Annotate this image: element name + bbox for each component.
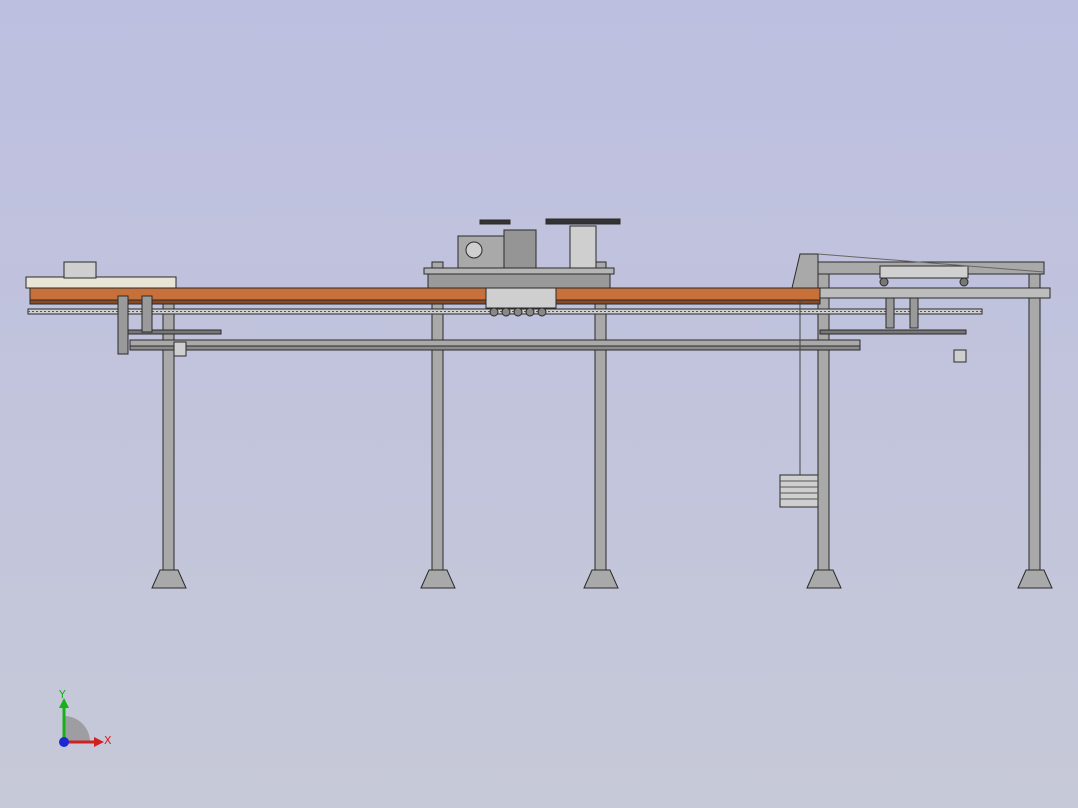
x-axis-label: X [104,734,112,747]
right-takeup-post [885,297,895,329]
counterweight [779,474,819,508]
viewport-background [0,0,1078,808]
leg-1 [162,277,175,571]
left-drive-chain [124,329,222,335]
right-takeup-block [953,349,967,363]
large-sprocket [545,218,621,225]
gearbox-motor [503,229,537,269]
leg-3 [594,261,607,571]
tensioner-wheel-left [879,277,889,287]
y-axis-label: Y [58,688,66,701]
leg-4 [817,261,830,571]
drive-platform [423,267,615,275]
right-takeup-post-2 [909,297,919,329]
left-takeup-block [173,341,187,357]
gearbox-shaft-cover [465,241,483,259]
left-takeup-post [117,295,129,355]
z-axis-dot [59,737,69,747]
left-takeup-post-2 [141,295,153,333]
tensioner-slider [879,265,969,279]
input-end-sensor [63,261,97,279]
cad-viewport[interactable]: Y X [0,0,1078,808]
output-frame [819,287,1051,299]
leg-2 [431,261,444,571]
drive-coupling-block [485,287,557,309]
right-drive-chain [819,329,967,335]
input-end-plate [25,276,177,289]
drive-platform-base [427,273,611,289]
vertical-shaft-housing [569,225,597,269]
gearbox-sprocket [479,219,511,225]
tensioner-wheel-right [959,277,969,287]
cad-canvas[interactable]: Y X [0,0,1078,808]
lower-crossbeam-shadow [129,345,861,351]
leg-5 [1028,265,1041,571]
lower-crossbeam [129,339,861,347]
